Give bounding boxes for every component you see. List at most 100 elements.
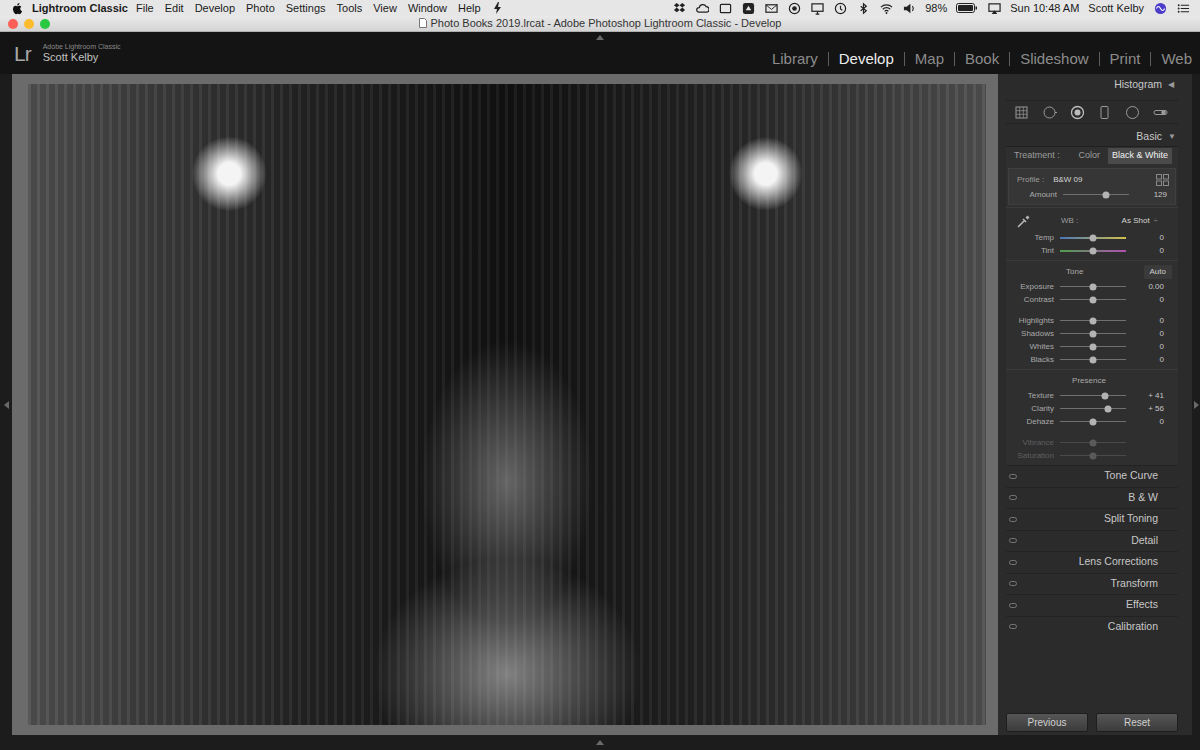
slider-track[interactable] — [1060, 342, 1126, 351]
slider-track[interactable] — [1060, 391, 1126, 400]
panel-title[interactable]: Detail — [1131, 533, 1158, 549]
slider-thumb[interactable] — [1105, 405, 1112, 412]
module-tab[interactable]: Slideshow — [1020, 50, 1088, 68]
panel-title[interactable]: Tone Curve — [1104, 468, 1158, 484]
filmstrip-toggle-icon[interactable] — [596, 740, 604, 745]
panel-switch-icon[interactable] — [1009, 538, 1017, 543]
cloud-icon[interactable] — [695, 1, 709, 15]
panel-title[interactable]: Transform — [1111, 576, 1158, 592]
mail-icon[interactable] — [764, 1, 778, 15]
panel-header[interactable]: Calibration — [1006, 616, 1178, 638]
profile-value[interactable]: B&W 09 — [1053, 174, 1082, 186]
treatment-option[interactable]: Black & White — [1108, 148, 1172, 164]
panel-header[interactable]: Detail — [1006, 530, 1178, 552]
panel-header[interactable]: Transform — [1006, 573, 1178, 595]
menu-item[interactable]: Window — [408, 0, 447, 16]
spot-removal-icon[interactable] — [1042, 104, 1057, 120]
panel-title[interactable]: Calibration — [1108, 619, 1158, 635]
zoom-icon[interactable] — [40, 19, 50, 29]
slider-track[interactable] — [1060, 282, 1126, 291]
slider-track[interactable] — [1060, 233, 1126, 242]
panel-switch-icon[interactable] — [1009, 603, 1017, 608]
close-icon[interactable] — [8, 19, 18, 29]
menu-item[interactable]: File — [136, 0, 154, 16]
slider-thumb[interactable] — [1090, 283, 1097, 290]
minimize-icon[interactable] — [24, 19, 34, 29]
histogram-header[interactable]: Histogram ◀ — [1006, 76, 1178, 94]
radial-filter-icon[interactable] — [1125, 104, 1140, 120]
panel-title[interactable]: B & W — [1128, 490, 1158, 506]
red-eye-icon[interactable] — [1070, 104, 1085, 120]
module-tab[interactable]: Print — [1110, 50, 1141, 68]
panel-title[interactable]: Effects — [1126, 597, 1158, 613]
collapse-toggle[interactable]: ◀ — [1168, 79, 1176, 91]
module-tab[interactable]: Library — [772, 50, 818, 68]
graduated-filter-icon[interactable] — [1097, 104, 1112, 120]
auto-button[interactable]: Auto — [1144, 265, 1172, 279]
menu-item[interactable]: Settings — [286, 0, 326, 16]
crop-icon[interactable] — [1014, 104, 1029, 120]
wb-dropdown[interactable]: As Shot — [1122, 215, 1150, 227]
photo[interactable] — [28, 84, 986, 725]
panel-header[interactable]: Lens Corrections — [1006, 551, 1178, 573]
slider-track[interactable] — [1060, 329, 1126, 338]
slider-track[interactable] — [1060, 295, 1126, 304]
clock[interactable]: Sun 10:48 AM — [1010, 0, 1079, 16]
user-menu[interactable]: Scott Kelby — [1088, 0, 1144, 16]
slider-track[interactable] — [1063, 190, 1129, 199]
slider-track[interactable] — [1060, 316, 1126, 325]
bluetooth-icon[interactable] — [856, 1, 870, 15]
panel-switch-icon[interactable] — [1009, 474, 1017, 479]
app-icon[interactable] — [741, 1, 755, 15]
display-icon[interactable] — [810, 1, 824, 15]
slider-track[interactable] — [1060, 355, 1126, 364]
slider-thumb[interactable] — [1090, 343, 1097, 350]
panel-title[interactable]: Basic — [1136, 129, 1162, 145]
slider-thumb[interactable] — [1090, 418, 1097, 425]
siri-icon[interactable] — [1153, 1, 1167, 15]
slider-thumb[interactable] — [1090, 356, 1097, 363]
panel-title[interactable]: Histogram — [1114, 77, 1162, 93]
slider-thumb[interactable] — [1090, 296, 1097, 303]
collapse-toggle[interactable]: ▼ — [1168, 131, 1176, 143]
menu-item[interactable]: Photo — [246, 0, 275, 16]
panel-switch-icon[interactable] — [1009, 495, 1017, 500]
panel-switch-icon[interactable] — [1009, 581, 1017, 586]
menu-item[interactable]: Tools — [337, 0, 363, 16]
window-icon[interactable] — [718, 1, 732, 15]
apple-icon[interactable] — [12, 2, 23, 15]
adjustment-brush-icon[interactable] — [1153, 104, 1168, 120]
panel-switch-icon[interactable] — [1009, 560, 1017, 565]
panel-header[interactable]: Effects — [1006, 594, 1178, 616]
bolt-icon[interactable] — [493, 2, 502, 14]
right-panel-toggle-icon[interactable] — [1194, 401, 1199, 409]
panel-header[interactable]: Tone Curve — [1006, 465, 1178, 487]
left-panel-toggle-icon[interactable] — [4, 401, 9, 409]
panel-header[interactable]: B & W — [1006, 487, 1178, 509]
panel-title[interactable]: Lens Corrections — [1079, 554, 1158, 570]
slider-track[interactable] — [1060, 417, 1126, 426]
wb-dropdown-arrows[interactable]: ÷ — [1154, 215, 1158, 227]
eyedropper-icon[interactable] — [1016, 214, 1031, 229]
menu-item[interactable]: Develop — [195, 0, 235, 16]
slider-track[interactable] — [1060, 246, 1126, 255]
treatment-option[interactable]: Color — [1074, 148, 1104, 164]
module-tab[interactable]: Map — [915, 50, 944, 68]
slider-track[interactable] — [1060, 404, 1126, 413]
slider-thumb[interactable] — [1090, 247, 1097, 254]
slider-thumb[interactable] — [1101, 392, 1108, 399]
slider-thumb[interactable] — [1102, 191, 1109, 198]
profile-browser-icon[interactable] — [1156, 174, 1169, 186]
panel-title[interactable]: Split Toning — [1104, 511, 1158, 527]
volume-icon[interactable] — [902, 1, 916, 15]
panel-switch-icon[interactable] — [1009, 517, 1017, 522]
menu-item[interactable]: Help — [458, 0, 481, 16]
record-icon[interactable] — [787, 1, 801, 15]
panel-switch-icon[interactable] — [1009, 624, 1017, 629]
dropbox-icon[interactable] — [672, 1, 686, 15]
slider-thumb[interactable] — [1090, 234, 1097, 241]
airplay-icon[interactable] — [987, 1, 1001, 15]
reset-button[interactable]: Reset — [1096, 713, 1178, 732]
module-tab[interactable]: Web — [1161, 50, 1192, 68]
time-machine-icon[interactable] — [833, 1, 847, 15]
